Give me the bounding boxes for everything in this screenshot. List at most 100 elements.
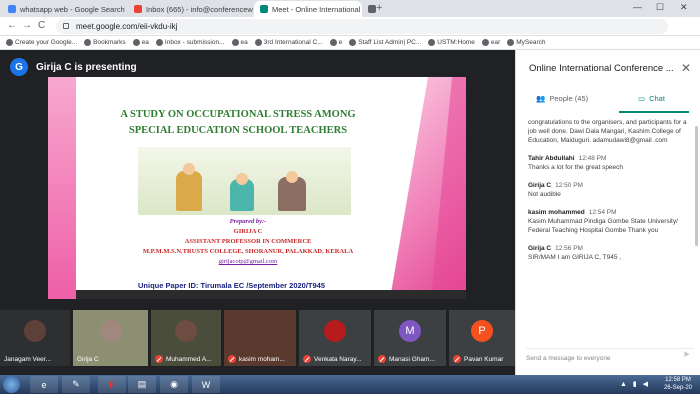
- lock-icon: [63, 23, 69, 29]
- system-tray-icons[interactable]: ▲ ▮ ◀: [620, 380, 650, 388]
- participant-tile[interactable]: M Manasi Gham...: [374, 310, 446, 366]
- taskbar-app-explorer[interactable]: ▤: [128, 376, 156, 393]
- bookmark-item[interactable]: e: [329, 39, 342, 46]
- illustration-figure: [176, 171, 202, 211]
- message-text: congratulations to the organisers, and p…: [528, 119, 687, 144]
- presentation-slide: A STUDY ON OCCUPATIONAL STRESS AMONG SPE…: [48, 77, 466, 299]
- taskbar-app-filezilla[interactable]: F: [98, 376, 126, 393]
- taskbar-app-chrome[interactable]: ◉: [160, 376, 188, 393]
- close-tab-icon[interactable]: ✕: [125, 5, 127, 14]
- bookmark-item[interactable]: USTM:Home: [428, 39, 475, 46]
- bookmark-favicon-icon: [231, 39, 239, 46]
- bookmark-item[interactable]: MySearch: [507, 39, 546, 46]
- bookmark-item[interactable]: Inbox - submission...: [155, 39, 225, 46]
- tab-gmail-inbox[interactable]: Inbox (665) - info@conferencew... ✕: [128, 1, 253, 17]
- bookmark-favicon-icon: [6, 39, 13, 46]
- chat-scrollbar[interactable]: [695, 126, 698, 246]
- participant-tile[interactable]: Muhammed A...: [151, 310, 221, 366]
- message-text: Not audible: [528, 191, 561, 198]
- message-sender: kasim mohammed: [528, 209, 585, 216]
- tab-chat[interactable]: ▭ Chat: [638, 94, 665, 103]
- participant-video: [24, 320, 46, 342]
- chat-message: Tahir Abdullahi 12:48 PM Thanks a lot for…: [528, 154, 688, 172]
- illustration-head: [286, 171, 298, 183]
- internet-explorer-icon: e: [41, 379, 47, 390]
- bookmark-favicon-icon: [254, 39, 262, 46]
- message-sender: Girija C: [528, 182, 552, 189]
- participant-name: kasim moham...: [239, 355, 285, 363]
- presenter-label: Girija C is presenting: [36, 61, 137, 73]
- bookmark-favicon-icon: [132, 39, 140, 46]
- address-bar[interactable]: meet.google.com/eii-vkdu-ikj: [56, 19, 668, 34]
- participant-video: [175, 320, 197, 342]
- back-icon[interactable]: ←: [7, 20, 17, 31]
- participant-tile[interactable]: Girija C: [73, 310, 148, 366]
- bookmark-favicon-icon: [481, 39, 489, 46]
- bookmark-item[interactable]: ea: [231, 39, 248, 46]
- participant-video: [99, 320, 122, 342]
- new-tab-button[interactable]: +: [376, 2, 382, 14]
- bookmark-item[interactable]: Staff List Admin| PC...: [349, 39, 421, 46]
- gmail-icon: [134, 5, 142, 13]
- panel-title: Online International Conference ...: [529, 63, 674, 74]
- slide-paper-id: Unique Paper ID: Tirumala EC /September …: [138, 281, 326, 290]
- meet-icon: [260, 5, 268, 13]
- tab-whatsapp-search[interactable]: whatsapp web - Google Search ✕: [2, 1, 127, 17]
- bookmark-item[interactable]: Create your Google...: [6, 39, 77, 46]
- mic-off-icon: [453, 355, 461, 363]
- bookmark-item[interactable]: ear: [481, 39, 500, 46]
- participant-name: Girija C: [77, 356, 99, 363]
- mic-off-icon: [228, 355, 236, 363]
- taskbar-app-ie[interactable]: e: [30, 376, 58, 393]
- bookmark-item[interactable]: Bookmarks: [84, 39, 126, 46]
- filezilla-icon: F: [109, 379, 115, 390]
- taskbar-clock[interactable]: 12:58 PM 26-Sep-20: [664, 377, 692, 392]
- participant-name: Manasi Gham...: [389, 355, 435, 363]
- forward-icon[interactable]: →: [22, 20, 32, 31]
- close-icon[interactable]: ✕: [681, 61, 691, 75]
- minimize-button[interactable]: —: [633, 2, 642, 12]
- slide-title: A STUDY ON OCCUPATIONAL STRESS AMONG SPE…: [120, 109, 356, 136]
- bookmark-favicon-icon: [507, 39, 515, 46]
- chat-message: congratulations to the organisers, and p…: [528, 118, 688, 145]
- message-text: Thanks a lot for the great speech: [528, 164, 624, 171]
- tab-strip: whatsapp web - Google Search ✕ Inbox (66…: [0, 0, 700, 17]
- message-time: 12:50 PM: [555, 182, 583, 189]
- participant-name: Venkata Naray...: [314, 355, 362, 363]
- bookmark-item[interactable]: 3rd International C...: [254, 39, 323, 46]
- avatar: P: [471, 320, 493, 342]
- participant-name: Pavan Kumar: [464, 355, 504, 363]
- teachers-illustration: [138, 147, 351, 215]
- bookmark-favicon-icon: [428, 39, 436, 46]
- message-time: 12:54 PM: [588, 209, 617, 216]
- start-button[interactable]: [3, 376, 20, 393]
- illustration-head: [183, 163, 195, 175]
- participant-tile[interactable]: Venkata Naray...: [299, 310, 371, 366]
- message-text: SIR/MAM I am GIRIJA C, T945 ,: [528, 254, 622, 261]
- avatar: M: [399, 320, 421, 342]
- slide-author-block: Prepared by:- GIRIJA C ASSISTANT PROFESS…: [142, 218, 354, 265]
- chat-input[interactable]: Send a message to everyone: [526, 348, 694, 362]
- tab-extra[interactable]: [362, 1, 376, 17]
- chat-messages: congratulations to the organisers, and p…: [528, 118, 688, 271]
- participant-tile[interactable]: kasim moham...: [224, 310, 296, 366]
- reload-icon[interactable]: C: [38, 20, 45, 31]
- message-time: 12:56 PM: [555, 245, 583, 252]
- maximize-button[interactable]: ☐: [656, 2, 664, 13]
- tab-meet[interactable]: Meet - Online International Co... ✕: [254, 1, 362, 17]
- taskbar-app-tools[interactable]: ✎: [62, 376, 90, 393]
- google-icon: [8, 5, 16, 13]
- taskbar-app-word[interactable]: W: [192, 376, 220, 393]
- tab-people[interactable]: 👥 People (45): [536, 94, 588, 103]
- participant-tile[interactable]: P Pavan Kumar: [449, 310, 515, 366]
- active-tab-indicator: [619, 111, 689, 113]
- mic-off-icon: [155, 355, 163, 363]
- close-window-button[interactable]: ✕: [680, 2, 688, 13]
- windows-taskbar: e ✎ F ▤ ◉ W ▲ ▮ ◀ 12:58 PM 26-Sep-20: [0, 375, 700, 394]
- participant-name: Muhammed A...: [166, 355, 212, 363]
- send-icon[interactable]: ➤: [682, 349, 690, 360]
- chrome-icon: ◉: [170, 379, 178, 389]
- chat-message: kasim mohammed 12:54 PM Kasim Muhammad Pi…: [528, 208, 688, 235]
- bookmark-item[interactable]: ea: [132, 39, 149, 46]
- participant-tile[interactable]: Janagam Veer...: [0, 310, 70, 366]
